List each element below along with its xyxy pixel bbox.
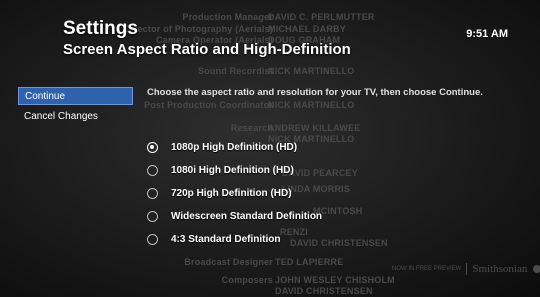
channel-logo: NOW IN FREE PREVIEW Smithsonian <box>392 263 540 275</box>
resolution-options: 1080p High Definition (HD) 1080i High De… <box>147 136 322 251</box>
logo-divider <box>466 263 468 275</box>
credit-name: JOHN WESLEY CHISHOLM <box>275 275 395 285</box>
side-menu: Continue Cancel Changes <box>18 87 133 129</box>
option-label: 1080p High Definition (HD) <box>171 142 298 153</box>
option-4x3-sd[interactable]: 4:3 Standard Definition <box>147 228 322 251</box>
credit-name: NICK MARTINELLO <box>268 66 355 76</box>
option-label: 720p High Definition (HD) <box>171 188 292 199</box>
radio-unchecked-icon[interactable] <box>147 165 158 176</box>
radio-unchecked-icon[interactable] <box>147 188 158 199</box>
clock: 9:51 AM <box>466 28 508 40</box>
sun-icon <box>533 265 540 273</box>
radio-unchecked-icon[interactable] <box>147 234 158 245</box>
credit-role: Broadcast Designer <box>184 257 273 267</box>
credit-name: NICK MARTINELLO <box>268 100 355 110</box>
cancel-changes-button[interactable]: Cancel Changes <box>18 108 133 126</box>
logo-wordmark: Smithsonian <box>472 263 528 275</box>
option-label: Widescreen Standard Definition <box>171 211 323 222</box>
radio-unchecked-icon[interactable] <box>147 211 158 222</box>
option-widescreen-sd[interactable]: Widescreen Standard Definition <box>147 205 322 228</box>
page-title: Settings <box>63 18 138 39</box>
option-1080p[interactable]: 1080p High Definition (HD) <box>147 136 322 159</box>
radio-checked-icon[interactable] <box>147 142 158 153</box>
option-720p[interactable]: 720p High Definition (HD) <box>147 182 322 205</box>
credit-role: Composers <box>221 275 273 285</box>
credit-name: DAVID CHRISTENSEN <box>275 286 373 296</box>
page-subtitle: Screen Aspect Ratio and High-Definition <box>63 41 351 58</box>
credit-name: TED LAPIERRE <box>275 257 344 267</box>
logo-tagline: NOW IN FREE PREVIEW <box>392 266 462 272</box>
credit-name: MICHAEL DARBY <box>268 24 346 34</box>
credit-role: Production Manager <box>182 12 273 22</box>
option-label: 4:3 Standard Definition <box>171 234 281 245</box>
credit-name: DAVID C. PERLMUTTER <box>268 12 375 22</box>
credit-name: ANDREW KILLAWEE <box>268 123 361 133</box>
credit-role: Sound Recordist <box>197 66 273 76</box>
option-label: 1080i High Definition (HD) <box>171 165 294 176</box>
option-1080i[interactable]: 1080i High Definition (HD) <box>147 159 322 182</box>
credit-role: Research <box>230 123 273 133</box>
instruction-text: Choose the aspect ratio and resolution f… <box>147 87 483 98</box>
continue-button[interactable]: Continue <box>18 87 133 105</box>
